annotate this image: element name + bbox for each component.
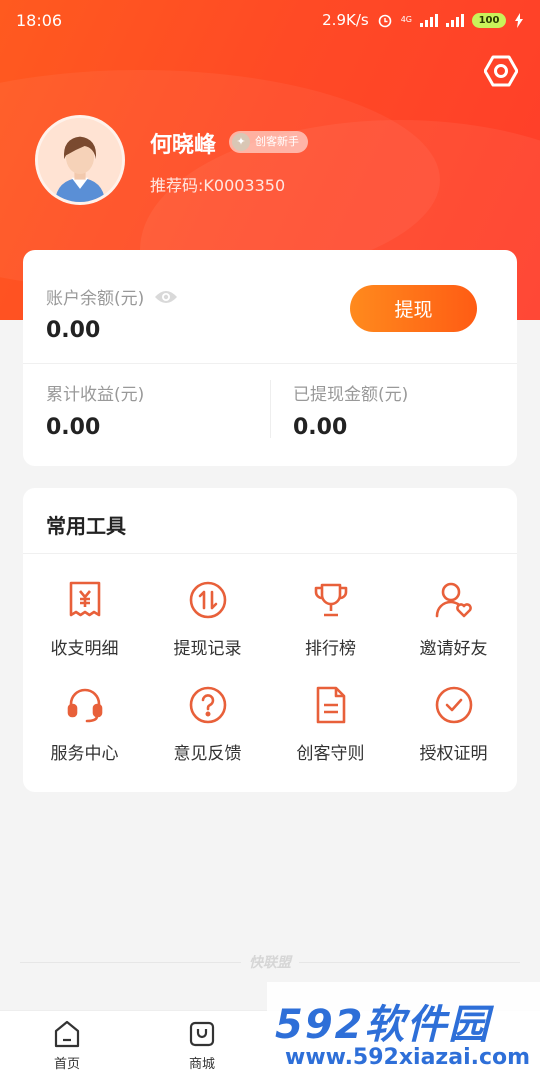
receipt-yen-icon [69,581,100,617]
balance-label-row: 账户余额(元) [46,284,178,309]
trophy-icon [314,583,347,617]
tool-label: 创客守则 [296,744,365,764]
tool-label: 排行榜 [305,639,356,659]
tool-label: 邀请好友 [419,639,488,659]
tool-label: 服务中心 [50,744,119,764]
balance-value: 0.00 [46,318,101,343]
avatar[interactable] [35,115,125,205]
watermark-main: 592软件园 [275,1002,491,1048]
network-type: 4G [400,15,412,24]
level-badge: ✦ 创客新手 [229,131,308,153]
tool-label: 提现记录 [173,639,242,659]
level-badge-label: 创客新手 [255,135,299,148]
balance-label: 账户余额(元) [46,289,145,309]
status-time: 18:06 [16,10,63,30]
watermark-url: www.592xiazai.com [285,1045,531,1070]
check-circle-icon [435,686,472,724]
network-speed: 2.9K/s [322,11,369,29]
home-icon [54,1020,80,1048]
divider-vertical [270,380,271,438]
user-name: 何晓峰 [150,133,217,158]
balance-card: 账户余额(元) 0.00 提现 累计收益(元) 0.00 已提现金额(元) 0.… [23,250,517,466]
tool-feedback[interactable]: 意见反馈 [146,685,269,785]
badge-star-icon: ✦ [232,133,250,151]
referral-code: 推荐码:K0003350 [150,176,286,195]
tool-label: 意见反馈 [173,744,242,764]
tool-service-center[interactable]: 服务中心 [23,685,146,785]
battery-indicator: 100 [472,12,506,28]
tab-label: 商城 [188,1057,215,1072]
tab-mall[interactable]: 商城 [162,1019,242,1072]
tool-label: 授权证明 [419,744,488,764]
invite-user-icon [435,582,472,618]
tool-label: 收支明细 [50,639,119,659]
footer-brand: 快联盟 [0,950,540,974]
tool-maker-rules[interactable]: 创客守则 [269,685,392,785]
eye-icon[interactable] [154,289,178,305]
transfer-icon [189,581,226,619]
divider [23,553,517,554]
withdraw-button[interactable]: 提现 [350,285,477,332]
alarm-icon [378,14,392,28]
headset-icon [67,688,102,723]
document-icon [316,686,345,724]
cumulative-value: 0.00 [46,415,101,440]
tab-home[interactable]: 首页 [27,1019,107,1072]
signal-icon-2 [446,13,464,27]
withdrawn-value: 0.00 [293,415,348,440]
footer-brand-label: 快联盟 [241,952,299,972]
tool-invite-friends[interactable]: 邀请好友 [392,580,515,680]
status-bar: 18:06 2.9K/s 4G 100 [0,0,540,40]
withdrawn-label: 已提现金额(元) [293,385,409,405]
signal-icon [420,13,438,27]
tool-authorization[interactable]: 授权证明 [392,685,515,785]
settings-icon[interactable] [484,54,518,88]
tool-income-detail[interactable]: 收支明细 [23,580,146,680]
tool-leaderboard[interactable]: 排行榜 [269,580,392,680]
tools-card: 常用工具 收支明细 提现记录 排行榜 邀请好友 服务中心 意见反馈 创客守则 授… [23,488,517,792]
cumulative-label: 累计收益(元) [46,385,145,405]
tab-label: 首页 [53,1057,80,1072]
site-watermark: 592软件园 www.592xiazai.com [267,982,540,1080]
charging-icon [515,12,523,28]
avatar-image [38,118,122,202]
tool-withdraw-record[interactable]: 提现记录 [146,580,269,680]
divider [23,363,517,364]
shop-bag-icon [189,1021,215,1047]
tools-title: 常用工具 [46,514,126,538]
question-icon [189,686,226,724]
